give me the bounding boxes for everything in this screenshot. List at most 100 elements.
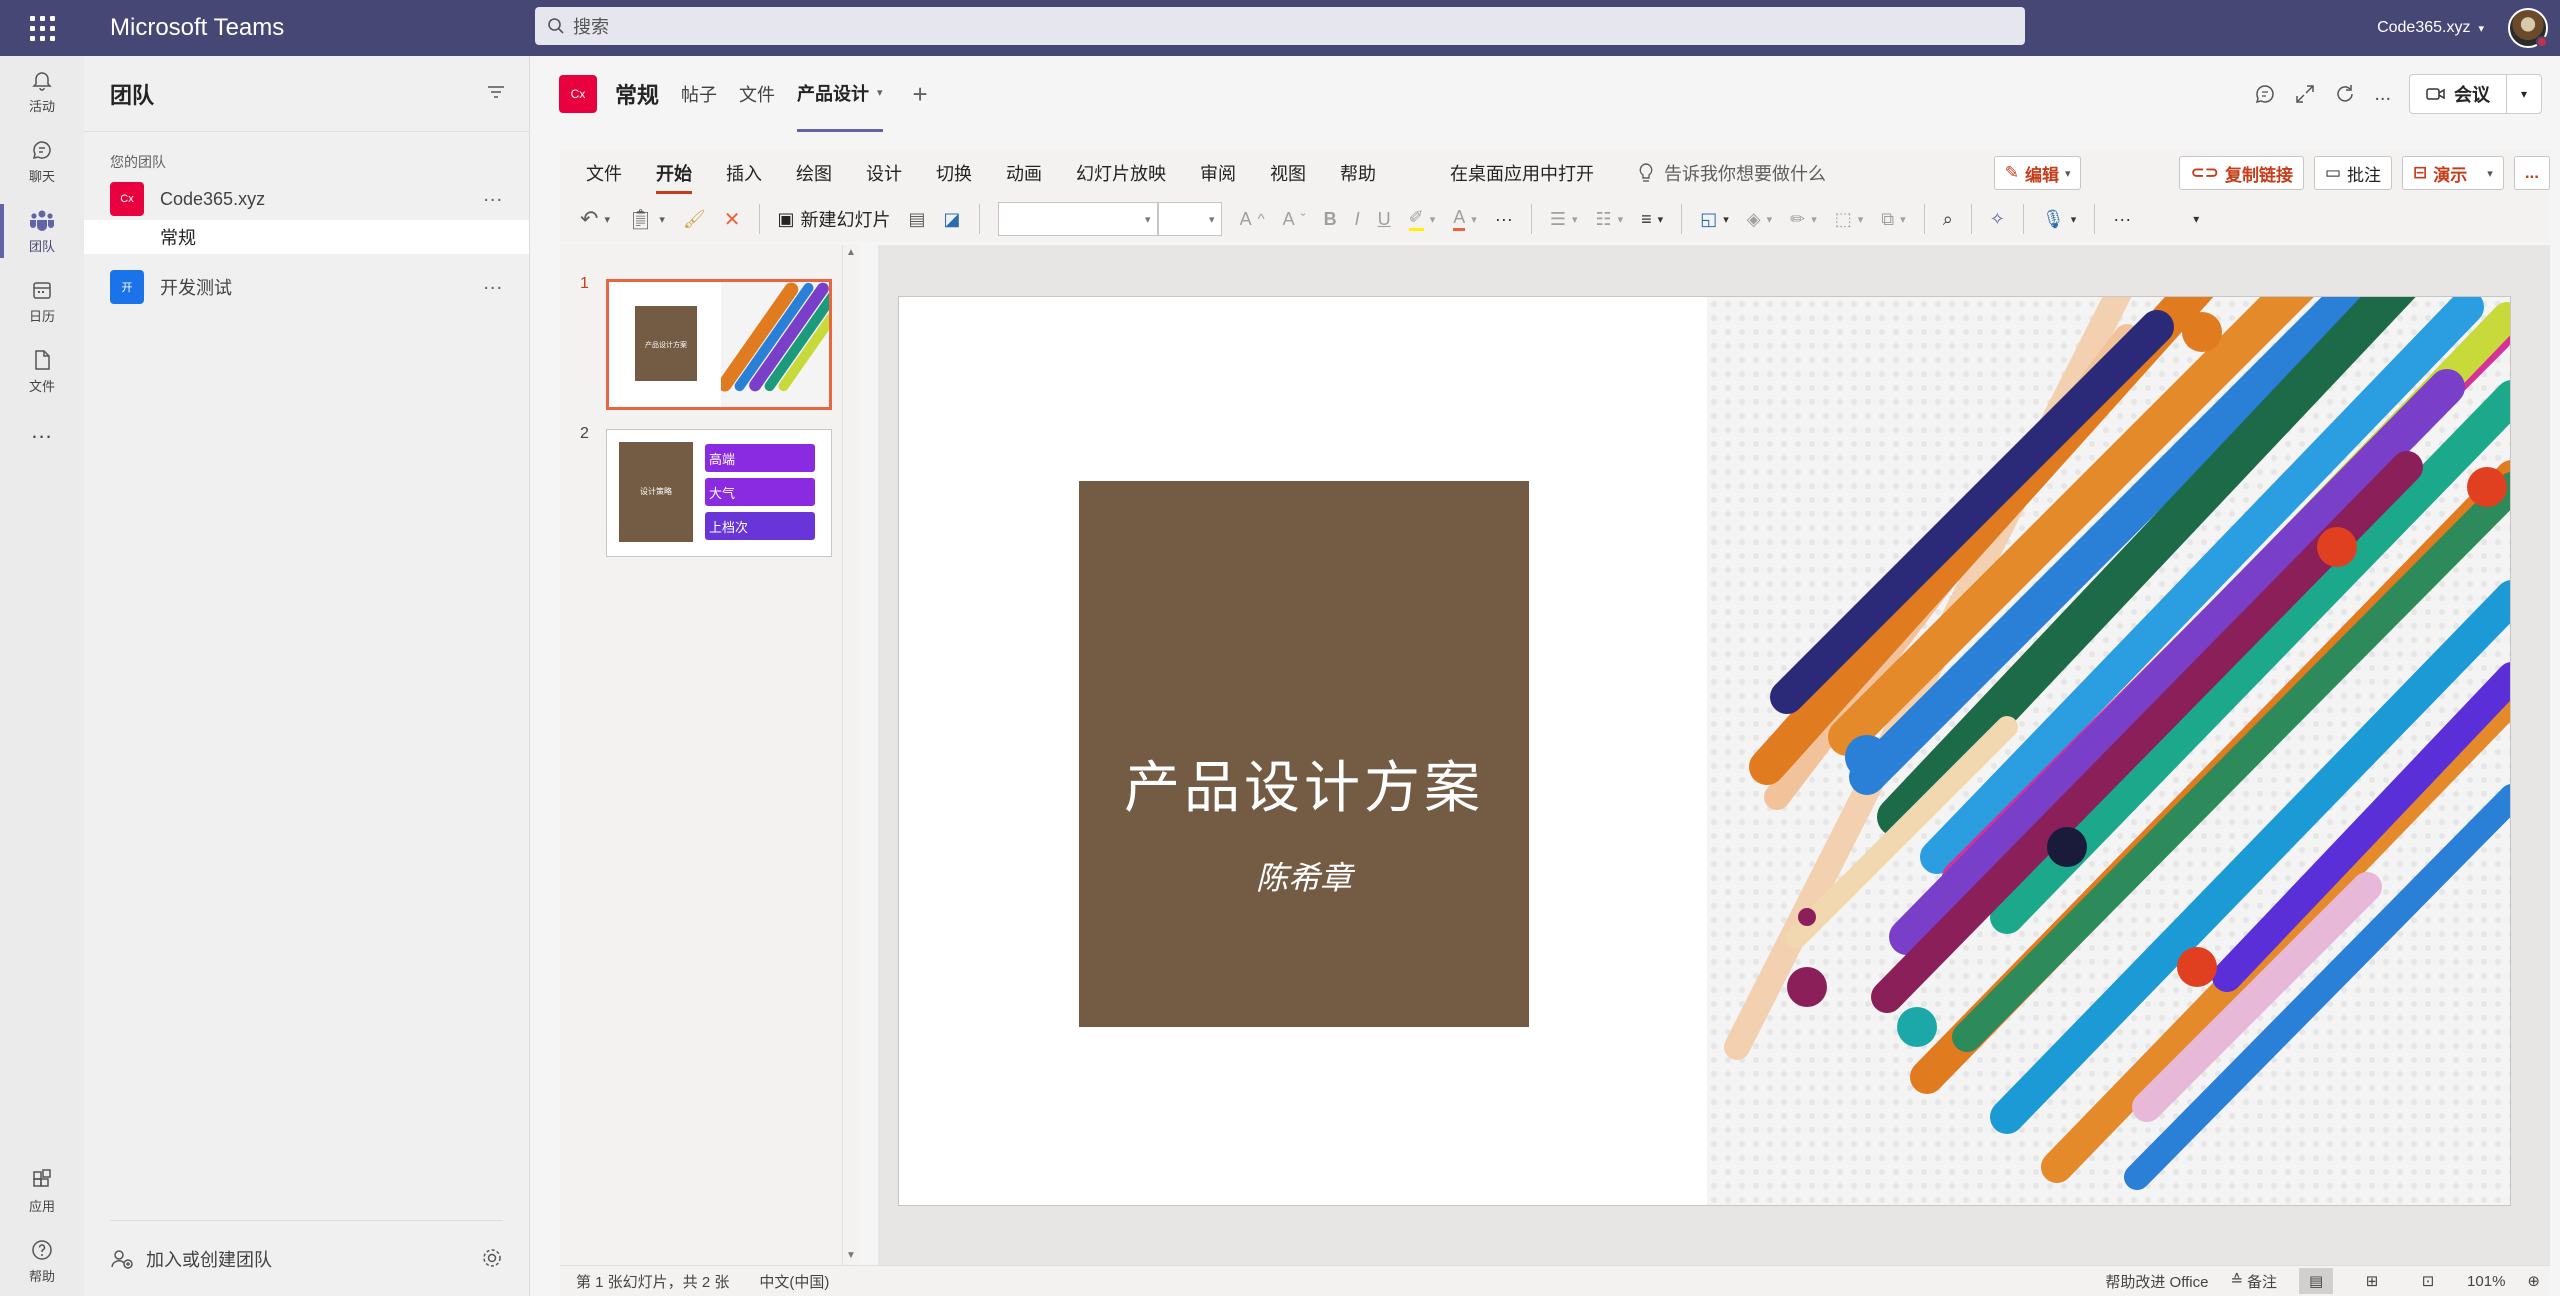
rail-item-teams[interactable]: 团队 (0, 196, 84, 266)
slide-sorter-view-button[interactable]: ⊞ (2355, 1268, 2389, 1294)
avatar[interactable] (2508, 8, 2548, 48)
tell-me-search[interactable]: 告诉我你想要做什么 (1638, 160, 1826, 186)
rail-more-button[interactable]: ... (0, 406, 84, 456)
bold-button[interactable]: B (1324, 209, 1337, 230)
slide-thumbnail-2[interactable]: 设计策略 高端 大气 上档次 (606, 429, 832, 557)
more-toolbar-options-button[interactable]: ··· (2113, 209, 2131, 230)
more-options-button[interactable]: ... (483, 184, 503, 207)
shape-outline-button[interactable]: ✏︎ ▾ (1790, 209, 1817, 230)
language-indicator[interactable]: 中文(中国) (759, 1271, 829, 1292)
slide-title[interactable]: 产品设计方案 (1079, 743, 1529, 824)
shape-fill-button[interactable]: ◈ ▾ (1747, 209, 1772, 230)
filter-icon[interactable] (487, 84, 505, 100)
app-launcher-button[interactable] (0, 0, 84, 56)
conversation-icon[interactable] (2254, 83, 2276, 105)
ribbon-tab-draw[interactable]: 绘图 (796, 160, 832, 186)
present-button[interactable]: ⊟ 演示 ▾ (2402, 156, 2504, 190)
refresh-icon[interactable] (2334, 83, 2356, 105)
meeting-button[interactable]: 会议 ▾ (2409, 74, 2542, 114)
copy-link-button[interactable]: ⊂⊃ 复制链接 (2179, 156, 2304, 190)
ribbon-tab-file[interactable]: 文件 (586, 160, 622, 186)
underline-button[interactable]: U (1378, 209, 1391, 230)
undo-button[interactable]: ↶ ▾ (580, 206, 610, 232)
ribbon-tab-slideshow[interactable]: 幻灯片放映 (1076, 160, 1166, 186)
italic-button[interactable]: I (1355, 209, 1360, 230)
format-painter-button[interactable]: 🖌︎ (683, 209, 706, 230)
search-input[interactable]: 搜索 (535, 7, 2025, 45)
font-color-button[interactable]: A ▾ (1453, 207, 1477, 231)
title-placeholder[interactable]: 产品设计方案 陈希章 (1079, 481, 1529, 1027)
org-switcher[interactable]: Code365.xyz ▾ (2377, 0, 2484, 56)
more-ribbon-options-button[interactable]: ... (2513, 156, 2550, 190)
chevron-down-icon[interactable]: ▾ (2507, 87, 2541, 101)
channel-item-general[interactable]: 常规 (84, 220, 529, 254)
rail-item-apps[interactable]: 应用 (0, 1156, 84, 1226)
shapes-button[interactable]: ◱ ▾ (1700, 209, 1729, 230)
gear-icon[interactable] (481, 1247, 503, 1269)
dictate-button[interactable]: 🎙︎ ▾ (2042, 209, 2076, 230)
rail-item-files[interactable]: 文件 (0, 336, 84, 406)
ribbon-tab-transitions[interactable]: 切换 (936, 160, 972, 186)
tab-label: 产品设计 (797, 83, 870, 104)
designer-button[interactable]: ✧ (1990, 209, 2005, 230)
tab-product-design[interactable]: 产品设计 ▾ (797, 56, 883, 132)
font-family-select[interactable]: ▾ (997, 202, 1158, 236)
ribbon-tab-review[interactable]: 审阅 (1200, 160, 1236, 186)
collapse-ribbon-button[interactable]: ▾ (2193, 212, 2199, 226)
font-size-select[interactable]: ▾ (1157, 202, 1222, 236)
ribbon-tab-design[interactable]: 设计 (866, 160, 902, 186)
find-button[interactable]: ⌕ (1943, 209, 1953, 230)
section-label: 您的团队 (110, 154, 166, 170)
highlight-button[interactable]: ✐ ▾ (1408, 207, 1435, 231)
paste-button[interactable]: 📋︎ ▾ (628, 207, 665, 232)
new-slide-button[interactable]: ▣ 新建幻灯片 (778, 206, 891, 232)
help-improve-office-link[interactable]: 帮助改进 Office (2105, 1271, 2208, 1292)
bell-icon (32, 71, 52, 91)
ribbon-tab-view[interactable]: 视图 (1270, 160, 1306, 186)
rail-item-chat[interactable]: 聊天 (0, 126, 84, 196)
decrease-font-size-button[interactable]: Aˇ (1283, 209, 1306, 230)
more-font-options-button[interactable]: ··· (1495, 209, 1513, 230)
notes-button[interactable]: ≙ 备注 (2230, 1271, 2277, 1292)
rail-item-help[interactable]: 帮助 (0, 1226, 84, 1296)
increase-font-size-button[interactable]: A ^ (1240, 209, 1265, 230)
comments-button[interactable]: ▭ 批注 (2313, 156, 2393, 190)
open-in-desktop-button[interactable]: 在桌面应用中打开 (1450, 160, 1594, 186)
current-slide[interactable]: 产品设计方案 陈希章 (898, 296, 2511, 1206)
ribbon-tab-animations[interactable]: 动画 (1006, 160, 1042, 186)
align-button[interactable]: ≡ ▾ (1641, 209, 1663, 230)
team-logo: 开 (110, 270, 144, 304)
ribbon-tabs: 文件 开始 插入 绘图 设计 切换 动画 幻灯片放映 审阅 视图 帮助 在桌面应… (560, 150, 2550, 196)
slide-subtitle[interactable]: 陈希章 (1079, 853, 1529, 899)
join-create-team-button[interactable]: 加入或创建团队 (110, 1220, 503, 1296)
ribbon-tab-insert[interactable]: 插入 (726, 160, 762, 186)
zoom-level[interactable]: 101% (2467, 1273, 2505, 1290)
add-tab-button[interactable]: + (913, 79, 928, 110)
more-options-button[interactable]: ... (2374, 83, 2391, 106)
slide-thumbnail-1[interactable]: 产品设计方案 (606, 279, 832, 410)
team-item-code365[interactable]: Cx Code365.xyz ... (84, 178, 529, 220)
waffle-icon (29, 15, 55, 41)
normal-view-button[interactable]: ▤ (2299, 1268, 2334, 1294)
expand-icon[interactable] (2294, 83, 2316, 105)
ribbon-tab-help[interactable]: 帮助 (1340, 160, 1376, 186)
tab-posts[interactable]: 帖子 (681, 56, 717, 132)
numbering-button[interactable]: ☷ ▾ (1595, 209, 1623, 230)
slide-background-button[interactable]: ◪ (944, 209, 961, 230)
bullets-button[interactable]: ☰ ▾ (1550, 209, 1578, 230)
clear-formatting-button[interactable]: ✕ (724, 207, 741, 232)
tab-files[interactable]: 文件 (739, 56, 775, 132)
rail-item-calendar[interactable]: 日历 (0, 266, 84, 336)
arrange-button[interactable]: ⧉ ▾ (1881, 209, 1905, 230)
layout-button[interactable]: ▤ (909, 209, 926, 230)
fit-to-window-button[interactable]: ⊕ (2527, 1272, 2540, 1290)
meeting-label: 会议 (2454, 85, 2490, 105)
shape-style-button[interactable]: ⬚ ▾ (1835, 209, 1864, 230)
ribbon-tab-home[interactable]: 开始 (656, 160, 692, 194)
rail-item-activity[interactable]: 活动 (0, 56, 84, 126)
edit-mode-button[interactable]: ✎ 编辑 ▾ (1993, 156, 2082, 190)
reading-view-button[interactable]: ⊡ (2411, 1268, 2445, 1294)
more-options-button[interactable]: ... (483, 272, 503, 295)
team-item-dev-test[interactable]: 开 开发测试 ... (84, 266, 529, 308)
thumbnails-scrollbar[interactable]: ▲ ▼ (842, 245, 860, 1265)
